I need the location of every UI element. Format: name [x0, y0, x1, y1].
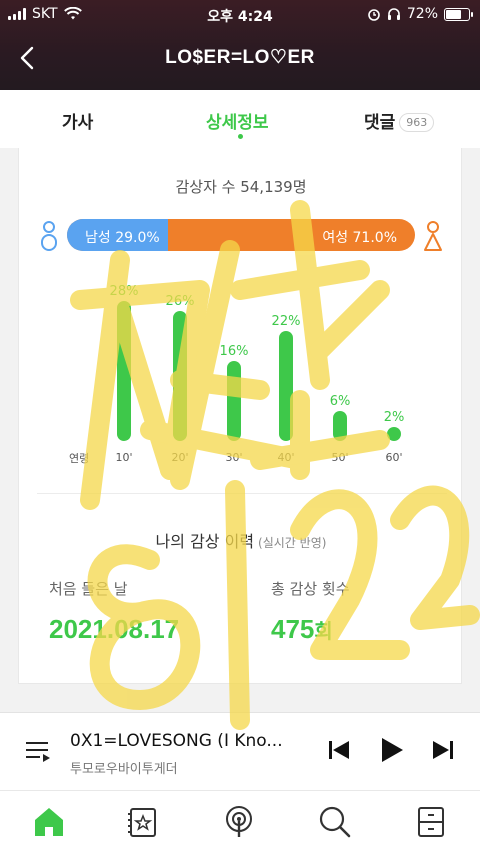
page-title: LO$ER=LO♡ER — [165, 47, 315, 68]
mini-player[interactable]: 0X1=LOVESONG (I Kno... 투모로우바이투게더 — [0, 712, 480, 790]
section-divider — [37, 493, 447, 494]
gender-ratio-bar: 남성 29.0% 여성 71.0% — [67, 219, 415, 251]
listener-count: 감상자 수 54,139명 — [175, 178, 307, 196]
history-realtime-note: (실시간 반영) — [258, 536, 327, 550]
male-person-icon — [41, 221, 57, 251]
battery-icon — [444, 7, 473, 21]
age-bar-value-label: 16% — [220, 344, 249, 359]
status-bar: SKT 오후 4:24 72% — [0, 0, 480, 28]
total-plays-label: 총 감상 횟수 — [271, 580, 350, 598]
age-category-label: 20' — [171, 451, 188, 464]
age-bar-value-label: 2% — [384, 410, 405, 425]
history-title: 나의 감상 이력 (실시간 반영) — [19, 528, 463, 552]
male-ratio-label: 남성 29.0% — [85, 230, 160, 246]
podcast-icon[interactable] — [222, 805, 256, 839]
headphones-icon — [387, 8, 400, 20]
play-icon[interactable] — [376, 735, 406, 765]
queue-list-icon[interactable] — [24, 737, 52, 765]
now-playing-artist: 투모로우바이투게더 — [70, 762, 178, 777]
age-bar — [173, 311, 187, 441]
age-bar — [279, 331, 293, 441]
search-icon[interactable] — [318, 805, 352, 839]
age-bar-value-label: 28% — [110, 284, 139, 299]
female-ratio-label: 여성 71.0% — [322, 230, 397, 246]
total-plays-number: 475 — [271, 614, 315, 644]
female-person-icon — [424, 221, 442, 251]
comment-count-badge: 963 — [399, 113, 435, 132]
stats-card: 감상자 수 54,139명 남성 29.0% 여성 71.0% 28% 10' 26… — [18, 148, 462, 684]
age-bar — [333, 411, 347, 441]
age-bar — [387, 427, 401, 441]
library-star-icon[interactable] — [126, 805, 160, 839]
history-title-text: 나의 감상 이력 — [155, 532, 255, 551]
age-bar-value-label: 22% — [272, 314, 301, 329]
age-distribution-chart: 28% 10' 26% 20' 16% 30' 22% 40' 6% 50' 2% 60' 연령 — [19, 268, 463, 468]
total-plays-value: 475회 — [271, 614, 333, 645]
bottom-navigation — [0, 790, 480, 854]
age-category-label: 50' — [331, 451, 348, 464]
tab-label: 상세정보 — [206, 113, 269, 133]
age-category-label: 40' — [277, 451, 294, 464]
tab-lyrics[interactable]: 가사 — [62, 108, 93, 133]
age-bar — [117, 301, 131, 441]
tab-label: 댓글 — [364, 113, 396, 133]
tab-comments[interactable]: 댓글 963 — [364, 108, 435, 133]
first-listened-date: 2021.08.17 — [49, 614, 180, 644]
skip-next-icon[interactable] — [428, 735, 458, 765]
age-chart-svg: 28% 10' 26% 20' 16% 30' 22% 40' 6% 50' 2% 60' — [110, 284, 405, 464]
total-plays-unit: 회 — [314, 621, 333, 643]
skip-previous-icon[interactable] — [324, 735, 354, 765]
first-listened-label: 처음 들은 날 — [49, 580, 128, 598]
detail-tabs: 가사 상세정보 댓글 963 — [0, 90, 480, 148]
battery-percent: 72% — [406, 6, 438, 22]
home-icon[interactable] — [32, 805, 66, 839]
tab-details[interactable]: 상세정보 — [206, 108, 269, 133]
drawer-menu-icon[interactable] — [414, 805, 448, 839]
app-header: SKT 오후 4:24 72% LO$ER=LO♡ER — [0, 0, 480, 90]
now-playing-title[interactable]: 0X1=LOVESONG (I Kno... — [70, 731, 283, 751]
age-category-label: 30' — [225, 451, 242, 464]
age-axis-label: 연령 — [69, 452, 90, 465]
tab-label: 가사 — [62, 113, 94, 133]
active-tab-indicator — [238, 134, 243, 139]
age-bar-value-label: 26% — [166, 294, 195, 309]
age-category-label: 10' — [115, 451, 132, 464]
age-bar — [227, 361, 241, 441]
age-category-label: 60' — [385, 451, 402, 464]
age-bar-value-label: 6% — [330, 394, 351, 409]
alarm-icon — [368, 9, 380, 21]
